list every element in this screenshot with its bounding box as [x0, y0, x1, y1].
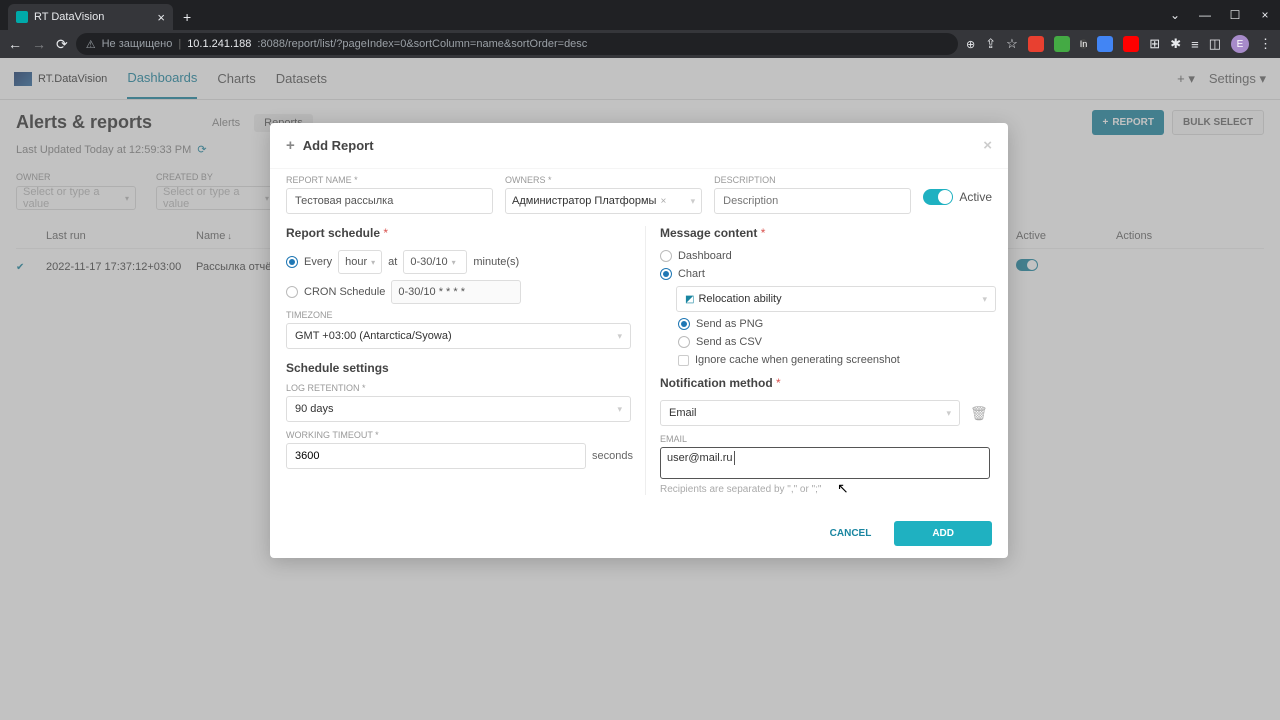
chevron-down-icon: ▾ [617, 331, 622, 342]
chevron-down-icon: ▾ [946, 408, 951, 419]
working-timeout-input[interactable] [286, 443, 586, 469]
close-tab-icon[interactable]: × [157, 10, 165, 25]
chart-select[interactable]: ◩ Relocation ability ▾ [676, 286, 996, 312]
url-host: 10.1.241.188 [187, 38, 251, 50]
csv-radio[interactable] [678, 336, 690, 348]
active-toggle[interactable] [923, 189, 953, 205]
extension-icon[interactable] [1123, 36, 1139, 52]
timezone-label: TIMEZONE [286, 310, 633, 320]
active-label: Active [959, 190, 992, 204]
chevron-down-icon[interactable]: ⌄ [1160, 0, 1190, 30]
app-root: RT.DataVision Dashboards Charts Datasets… [0, 58, 1280, 720]
chart-radio[interactable] [660, 268, 672, 280]
chevron-down-icon: ▾ [691, 196, 696, 207]
menu-icon[interactable]: ⋮ [1259, 36, 1272, 52]
every-radio[interactable] [286, 256, 298, 268]
reload-icon[interactable]: ⟳ [56, 36, 68, 53]
toolbar-icons: ⊕ ⇪ ☆ In ⊞ ✱ ≡ ◫ E ⋮ [966, 35, 1272, 53]
window-controls: ⌄ — ☐ × [1160, 0, 1280, 30]
modal: + Add Report × REPORT NAME * OWNERS * Ад… [270, 123, 1008, 558]
zoom-icon[interactable]: ⊕ [966, 38, 975, 51]
close-window-icon[interactable]: × [1250, 0, 1280, 30]
address-bar: ← → ⟳ ⚠ Не защищено | 10.1.241.188:8088/… [0, 30, 1280, 58]
security-label: Не защищено [102, 38, 173, 50]
log-retention-label: LOG RETENTION * [286, 383, 633, 393]
plus-icon: + [286, 137, 295, 154]
puzzle-icon[interactable]: ✱ [1170, 36, 1181, 52]
modal-header: + Add Report × [270, 123, 1008, 169]
close-icon[interactable]: × [983, 137, 992, 154]
cancel-button[interactable]: CANCEL [813, 521, 889, 546]
browser-tab-bar: RT DataVision × + ⌄ — ☐ × [0, 0, 1280, 30]
owners-select[interactable]: Администратор Платформы × ▾ [505, 188, 702, 214]
email-input[interactable]: user@mail.ru [660, 447, 990, 479]
browser-tab[interactable]: RT DataVision × [8, 4, 173, 30]
back-icon[interactable]: ← [8, 36, 22, 53]
report-name-input[interactable] [286, 188, 493, 214]
ignore-cache-checkbox[interactable] [678, 355, 689, 366]
settings-title: Schedule settings [286, 361, 633, 375]
chevron-down-icon: ▾ [982, 294, 987, 305]
bookmark-icon[interactable]: ⊞ [1149, 36, 1160, 52]
cron-input[interactable] [391, 280, 521, 304]
chart-icon: ◩ [685, 294, 694, 305]
forward-icon[interactable]: → [32, 36, 46, 53]
schedule-title: Report schedule * [286, 226, 633, 240]
maximize-icon[interactable]: ☐ [1220, 0, 1250, 30]
favicon [16, 11, 28, 23]
working-timeout-label: WORKING TIMEOUT * [286, 430, 633, 440]
chevron-down-icon: ▾ [617, 404, 622, 415]
timezone-select[interactable]: GMT +03:00 (Antarctica/Syowa)▾ [286, 323, 631, 349]
extension-icon[interactable] [1097, 36, 1113, 52]
notif-title: Notification method * [660, 376, 996, 390]
star-icon[interactable]: ☆ [1006, 36, 1018, 52]
add-button[interactable]: ADD [894, 521, 992, 546]
trash-icon[interactable]: 🗑 [970, 405, 988, 422]
dashboard-radio[interactable] [660, 250, 672, 262]
remove-chip-icon[interactable]: × [660, 196, 666, 207]
png-radio[interactable] [678, 318, 690, 330]
extension-icon[interactable] [1054, 36, 1070, 52]
minimize-icon[interactable]: — [1190, 0, 1220, 30]
minute-select[interactable]: 0-30/10▾ [403, 250, 467, 274]
reading-list-icon[interactable]: ≡ [1191, 37, 1199, 52]
message-title: Message content * [660, 226, 996, 240]
cron-radio[interactable] [286, 286, 298, 298]
report-name-label: REPORT NAME * [286, 175, 493, 185]
log-retention-select[interactable]: 90 days▾ [286, 396, 631, 422]
panel-icon[interactable]: ◫ [1209, 36, 1221, 52]
email-label: EMAIL [660, 434, 996, 444]
email-hint: Recipients are separated by "," or ";" [660, 484, 996, 495]
description-input[interactable] [714, 188, 911, 214]
every-unit-select[interactable]: hour▾ [338, 250, 382, 274]
description-label: DESCRIPTION [714, 175, 911, 185]
tab-title: RT DataVision [34, 11, 104, 23]
url-path: :8088/report/list/?pageIndex=0&sortColum… [257, 38, 587, 50]
owners-label: OWNERS * [505, 175, 702, 185]
share-icon[interactable]: ⇪ [985, 36, 996, 52]
new-tab-button[interactable]: + [173, 4, 201, 30]
extension-icon[interactable]: In [1080, 39, 1088, 49]
url-field[interactable]: ⚠ Не защищено | 10.1.241.188:8088/report… [76, 33, 958, 55]
extension-icon[interactable] [1028, 36, 1044, 52]
modal-title: Add Report [303, 138, 374, 153]
modal-footer: CANCEL ADD [270, 509, 1008, 558]
profile-avatar[interactable]: E [1231, 35, 1249, 53]
seconds-label: seconds [592, 450, 633, 462]
notification-method-select[interactable]: Email▾ [660, 400, 960, 426]
insecure-icon: ⚠ [86, 38, 96, 51]
